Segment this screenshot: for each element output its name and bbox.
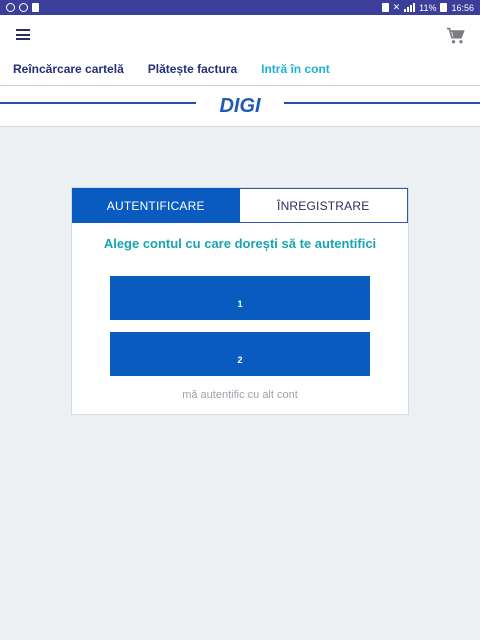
app-header: Reîncărcare cartelă Plătește factura Int… (0, 15, 480, 86)
cart-icon[interactable] (446, 27, 466, 45)
card-title: Alege contul cu care dorești să te auten… (103, 236, 377, 251)
incognito-icon (32, 3, 39, 12)
account-button-1[interactable]: 1 (110, 276, 370, 320)
account-label: 2 (237, 355, 243, 365)
clock: 16:56 (451, 2, 474, 13)
tab-register[interactable]: ÎNREGISTRARE (239, 188, 408, 223)
battery-icon (440, 3, 448, 12)
account-button-2[interactable]: 2 (110, 332, 370, 376)
battery-percent: 11% (419, 2, 437, 13)
vibrate-icon (381, 3, 389, 12)
top-nav: Reîncărcare cartelă Plătește factura Int… (13, 62, 330, 76)
menu-icon[interactable] (16, 29, 30, 40)
auth-tabs: AUTENTIFICARE ÎNREGISTRARE (72, 188, 408, 223)
nav-recharge[interactable]: Reîncărcare cartelă (13, 62, 124, 76)
status-bar: ✕ 11% 16:56 (0, 0, 480, 15)
logo-band: DIGI (0, 86, 480, 127)
nav-login[interactable]: Intră în cont (261, 62, 330, 76)
tab-login[interactable]: AUTENTIFICARE (72, 188, 240, 223)
divider (0, 102, 196, 104)
account-label: 1 (237, 299, 243, 309)
mute-icon: ✕ (392, 2, 401, 12)
divider (284, 102, 480, 104)
notification-icons (6, 3, 39, 12)
system-icons: ✕ 11% 16:56 (381, 2, 474, 13)
other-account-link[interactable]: mă autentific cu alt cont (72, 389, 408, 401)
auth-card: AUTENTIFICARE ÎNREGISTRARE Alege contul … (71, 187, 409, 415)
digi-logo: DIGI (219, 95, 261, 116)
notification-icon (19, 3, 28, 12)
notification-icon (6, 3, 15, 12)
logo-text: DIGI (219, 95, 261, 116)
signal-icon (404, 3, 416, 12)
nav-pay-invoice[interactable]: Plătește factura (148, 62, 237, 76)
